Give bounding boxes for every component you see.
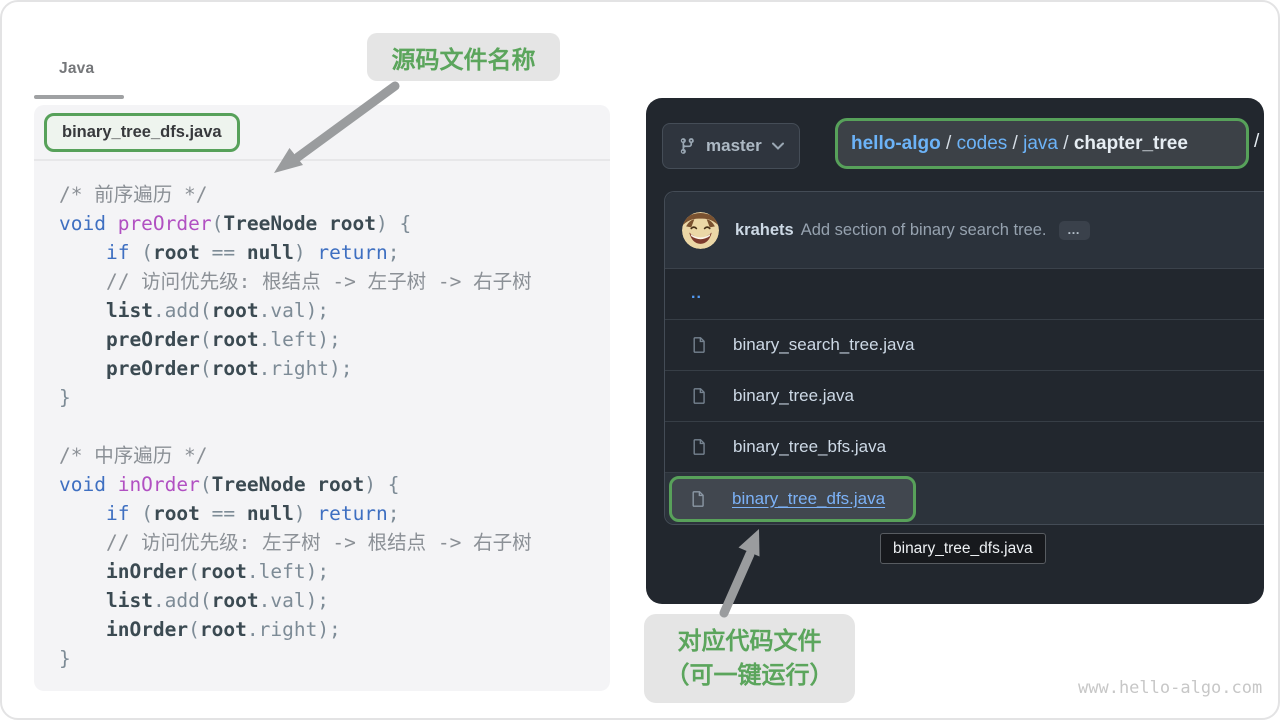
breadcrumb: hello-algo / codes / java / chapter_tree	[835, 118, 1249, 169]
file-list-panel: krahets Add section of binary search tre…	[664, 191, 1264, 525]
code-panel: binary_tree_dfs.java /* 前序遍历 */void preO…	[34, 105, 610, 691]
breadcrumb-repo-link[interactable]: hello-algo	[851, 133, 941, 155]
highlighted-file-link[interactable]: binary_tree_dfs.java	[732, 489, 885, 509]
callout-source-filename: 源码文件名称	[367, 33, 560, 81]
parent-directory-row[interactable]: ..	[665, 269, 1264, 320]
figure-frame: Java binary_tree_dfs.java /* 前序遍历 */void…	[0, 0, 1280, 720]
file-name: binary_search_tree.java	[733, 335, 914, 355]
file-icon	[691, 437, 708, 457]
tab-java[interactable]: Java	[59, 60, 94, 78]
code-block: /* 前序遍历 */void preOrder(TreeNode root) {…	[34, 161, 610, 673]
file-name: binary_tree_bfs.java	[733, 437, 886, 457]
commit-author-link[interactable]: krahets	[735, 221, 794, 240]
breadcrumb-java-link[interactable]: java	[1023, 133, 1058, 155]
breadcrumb-trailing-separator: /	[1254, 131, 1259, 153]
breadcrumb-separator: /	[1007, 133, 1023, 155]
callout-code-file-line2: （可一键运行）	[666, 659, 834, 693]
tab-active-underline	[34, 95, 124, 99]
branch-selector-button[interactable]: master	[662, 123, 800, 169]
file-icon	[691, 386, 708, 406]
code-header: binary_tree_dfs.java	[34, 105, 610, 161]
latest-commit-row: krahets Add section of binary search tre…	[665, 192, 1264, 269]
callout-code-file: 对应代码文件 （可一键运行）	[644, 614, 855, 703]
breadcrumb-current-dir: chapter_tree	[1074, 133, 1188, 155]
file-icon	[690, 489, 707, 509]
file-row-highlighted[interactable]: binary_tree_dfs.java	[665, 473, 1264, 524]
file-icon	[691, 335, 708, 355]
file-row[interactable]: binary_search_tree.java	[665, 320, 1264, 371]
breadcrumb-codes-link[interactable]: codes	[957, 133, 1008, 155]
commit-message-link[interactable]: Add section of binary search tree.	[801, 221, 1047, 240]
commit-ellipsis-button[interactable]: …	[1059, 221, 1090, 240]
breadcrumb-separator: /	[1058, 133, 1074, 155]
file-name: binary_tree.java	[733, 386, 854, 406]
parent-directory-label: ..	[691, 285, 702, 303]
file-row[interactable]: binary_tree.java	[665, 371, 1264, 422]
branch-name: master	[706, 136, 762, 156]
avatar[interactable]	[682, 212, 719, 249]
github-file-browser: master hello-algo / codes / java / chapt…	[646, 98, 1264, 604]
callout-code-file-line1: 对应代码文件	[678, 625, 822, 659]
file-tooltip: binary_tree_dfs.java	[880, 533, 1046, 564]
git-branch-icon	[678, 137, 696, 155]
watermark: www.hello-algo.com	[1078, 678, 1262, 698]
breadcrumb-separator: /	[941, 133, 957, 155]
highlight-box: binary_tree_dfs.java	[669, 476, 916, 522]
file-row[interactable]: binary_tree_bfs.java	[665, 422, 1264, 473]
source-filename-box: binary_tree_dfs.java	[44, 113, 240, 152]
chevron-down-icon	[772, 142, 784, 150]
